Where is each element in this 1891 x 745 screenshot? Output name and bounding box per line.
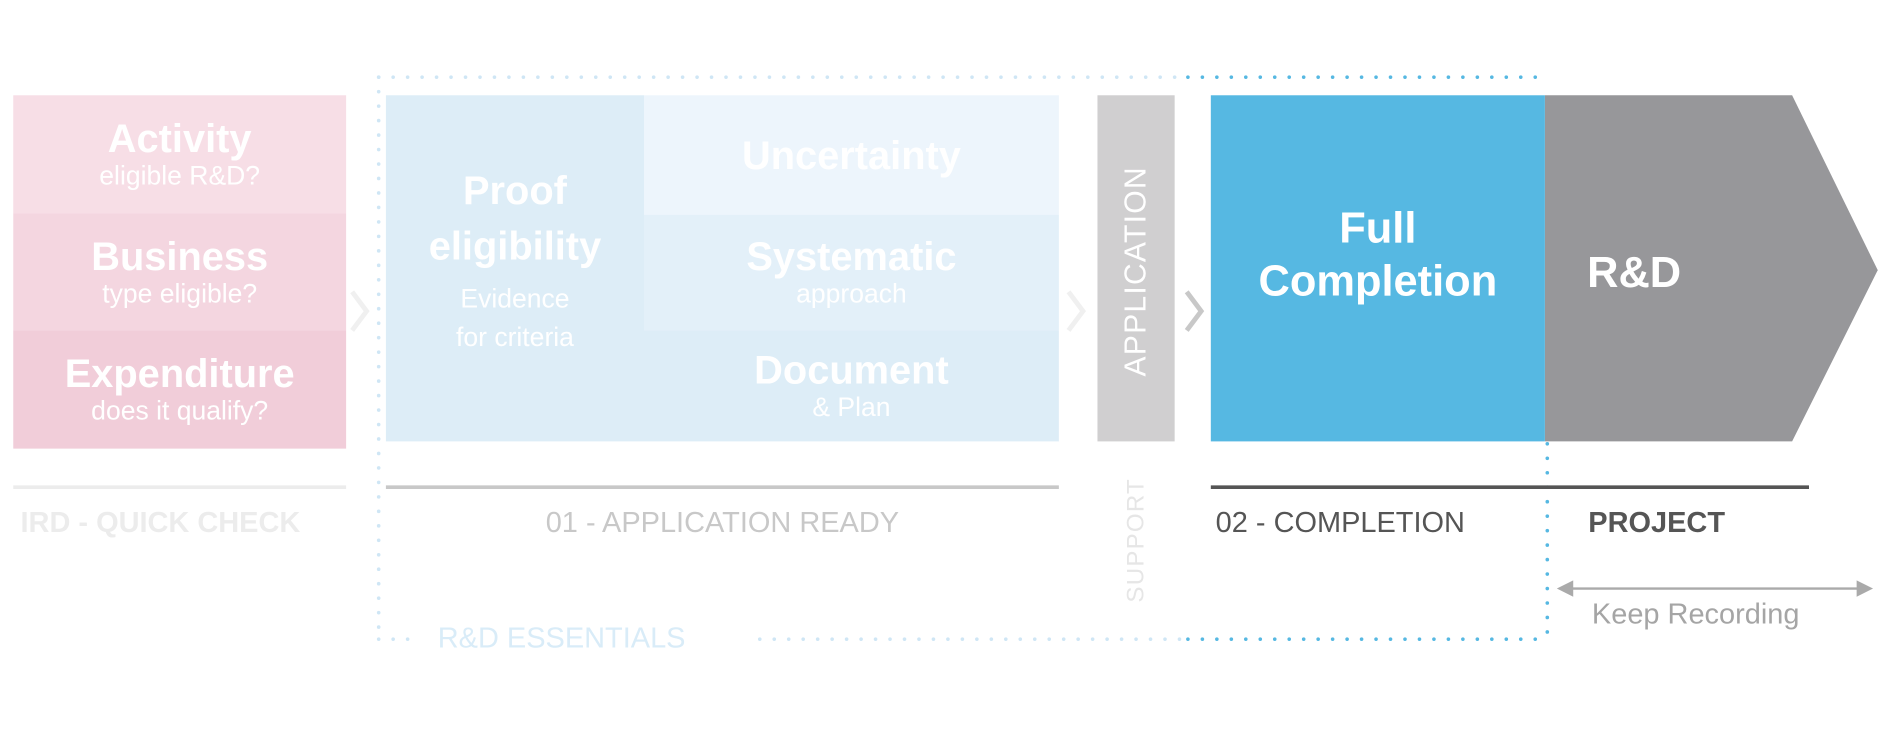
project-label: PROJECT xyxy=(1588,506,1726,540)
project-title: R&D xyxy=(1587,247,1682,297)
row-title: Business xyxy=(91,233,269,278)
proof-eligibility: Proof eligibility Evidence for criteria xyxy=(385,95,645,442)
quick-check-activity: Activity eligible R&D? xyxy=(13,95,347,214)
support-label: SUPPORT xyxy=(1122,477,1150,603)
full-completion-box: Full Completion xyxy=(1210,95,1545,442)
document-cell: Document & Plan xyxy=(644,330,1059,442)
row-subtitle: approach xyxy=(796,278,907,309)
quick-check-label: IRD - QUICK CHECK xyxy=(20,506,301,540)
proof-subtitle: Evidence xyxy=(460,282,570,313)
row-title: Activity xyxy=(107,115,252,161)
systematic-cell: Systematic approach xyxy=(644,214,1059,331)
proof-title: eligibility xyxy=(428,222,602,268)
proof-title: Proof xyxy=(462,167,567,212)
completion-title: Completion xyxy=(1258,255,1498,305)
row-subtitle: & Plan xyxy=(812,391,891,423)
chevron-right-icon xyxy=(1066,290,1087,332)
quick-check-business: Business type eligible? xyxy=(13,213,347,331)
double-arrow-icon xyxy=(1556,580,1874,597)
row-title: Systematic xyxy=(746,233,957,279)
row-subtitle: eligible R&D? xyxy=(99,160,261,191)
completion-title: Full xyxy=(1339,202,1417,252)
chevron-right-icon xyxy=(350,290,370,332)
row-title: Uncertainty xyxy=(741,132,961,177)
proof-subtitle: for criteria xyxy=(455,321,574,352)
quick-check-expenditure: Expenditure does it qualify? xyxy=(13,330,347,449)
essentials-label: R&D ESSENTIALS xyxy=(437,622,686,655)
completion-label: 02 - COMPLETION xyxy=(1215,506,1465,540)
chevron-right-icon xyxy=(1184,290,1205,332)
row-subtitle: type eligible? xyxy=(102,277,258,309)
row-title: Expenditure xyxy=(64,350,295,396)
process-diagram: Activity eligible R&D? Business type eli… xyxy=(0,0,1891,745)
row-subtitle: does it qualify? xyxy=(91,395,269,426)
uncertainty-cell: Uncertainty xyxy=(644,95,1059,215)
application-label: APPLICATION xyxy=(1119,166,1153,377)
application-ready-label: 01 - APPLICATION READY xyxy=(545,506,900,540)
keep-recording-label: Keep Recording xyxy=(1591,598,1800,631)
row-title: Document xyxy=(754,347,949,392)
